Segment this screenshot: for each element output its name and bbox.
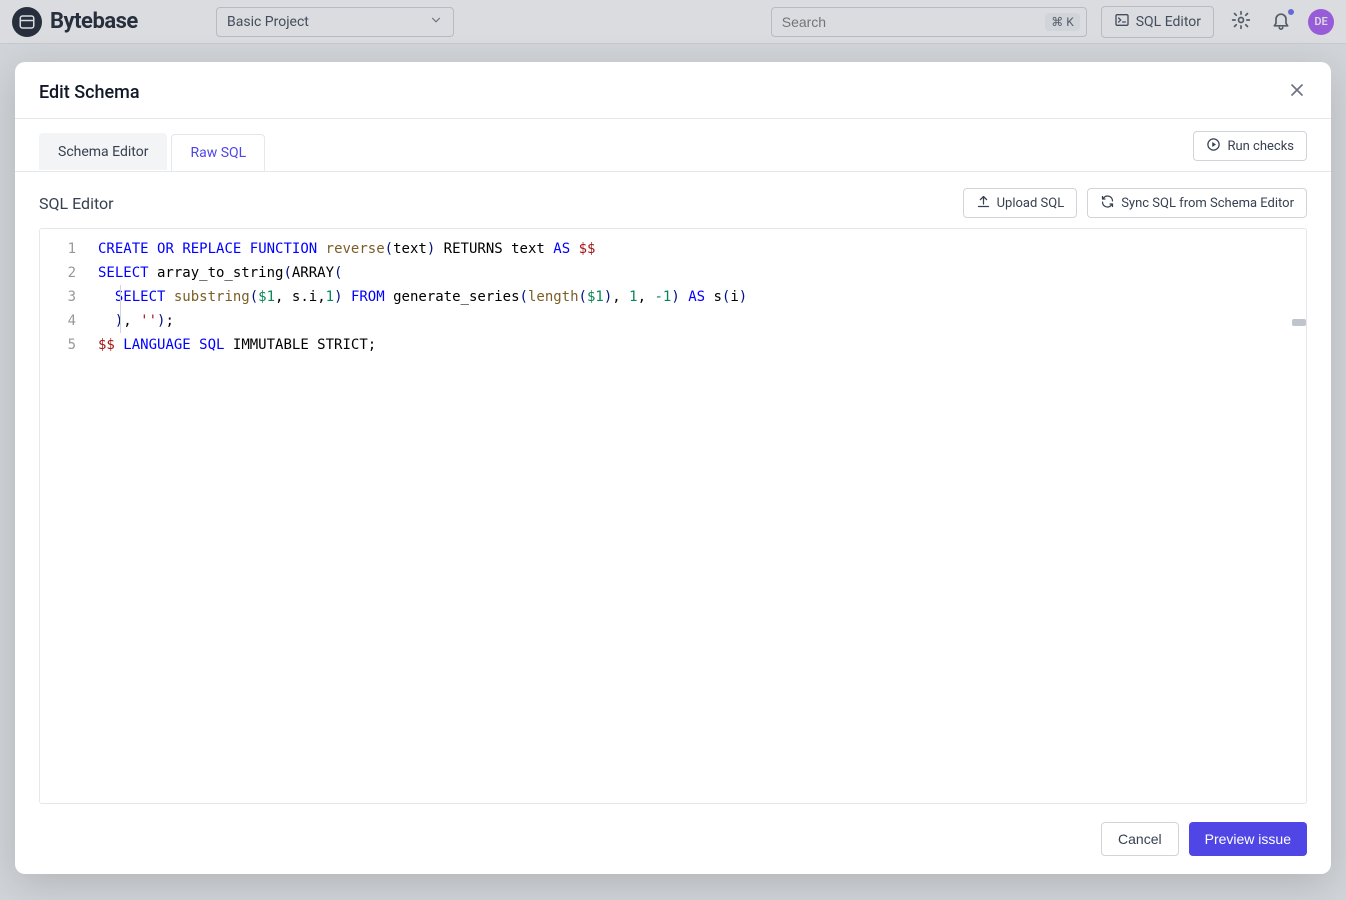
line-number: 2: [40, 261, 76, 285]
code-line[interactable]: CREATE OR REPLACE FUNCTION reverse(text)…: [98, 237, 1306, 261]
line-number: 5: [40, 333, 76, 357]
sync-sql-label: Sync SQL from Schema Editor: [1121, 196, 1294, 211]
code-line[interactable]: ), '');: [98, 309, 1306, 333]
minimap-indicator[interactable]: [1292, 319, 1306, 326]
code-line[interactable]: SELECT array_to_string(ARRAY(: [98, 261, 1306, 285]
modal-tabs-row: Schema Editor Raw SQL Run checks: [15, 119, 1331, 172]
upload-icon: [976, 194, 991, 213]
preview-issue-button[interactable]: Preview issue: [1189, 822, 1307, 856]
line-gutter: 12345: [40, 229, 84, 803]
sql-code-editor[interactable]: 12345 CREATE OR REPLACE FUNCTION reverse…: [39, 228, 1307, 804]
tab-raw-sql[interactable]: Raw SQL: [171, 134, 265, 171]
cancel-button[interactable]: Cancel: [1101, 822, 1179, 856]
modal-title: Edit Schema: [39, 82, 140, 103]
modal-backdrop: Edit Schema Schema Editor Raw SQL Run ch…: [0, 0, 1346, 900]
play-circle-icon: [1206, 137, 1221, 156]
line-number: 1: [40, 237, 76, 261]
editor-section: SQL Editor Upload SQL Sync SQL from Sche…: [15, 172, 1331, 804]
editor-actions: Upload SQL Sync SQL from Schema Editor: [963, 188, 1307, 218]
code-line[interactable]: $$ LANGUAGE SQL IMMUTABLE STRICT;: [98, 333, 1306, 357]
modal-header: Edit Schema: [15, 62, 1331, 119]
indent-guide: [120, 285, 121, 333]
code-line[interactable]: SELECT substring($1, s.i,1) FROM generat…: [98, 285, 1306, 309]
upload-sql-label: Upload SQL: [997, 196, 1065, 211]
tabs: Schema Editor Raw SQL: [39, 133, 265, 170]
code-content[interactable]: CREATE OR REPLACE FUNCTION reverse(text)…: [40, 229, 1306, 357]
run-checks-label: Run checks: [1227, 139, 1294, 154]
upload-sql-button[interactable]: Upload SQL: [963, 188, 1078, 218]
line-number: 4: [40, 309, 76, 333]
close-icon: [1287, 80, 1307, 104]
run-checks-button[interactable]: Run checks: [1193, 131, 1307, 161]
sync-sql-button[interactable]: Sync SQL from Schema Editor: [1087, 188, 1307, 218]
editor-title: SQL Editor: [39, 194, 114, 213]
edit-schema-modal: Edit Schema Schema Editor Raw SQL Run ch…: [15, 62, 1331, 874]
close-button[interactable]: [1287, 80, 1307, 104]
refresh-icon: [1100, 194, 1115, 213]
tab-schema-editor[interactable]: Schema Editor: [39, 133, 167, 170]
editor-header: SQL Editor Upload SQL Sync SQL from Sche…: [39, 188, 1307, 218]
line-number: 3: [40, 285, 76, 309]
modal-footer: Cancel Preview issue: [15, 804, 1331, 874]
